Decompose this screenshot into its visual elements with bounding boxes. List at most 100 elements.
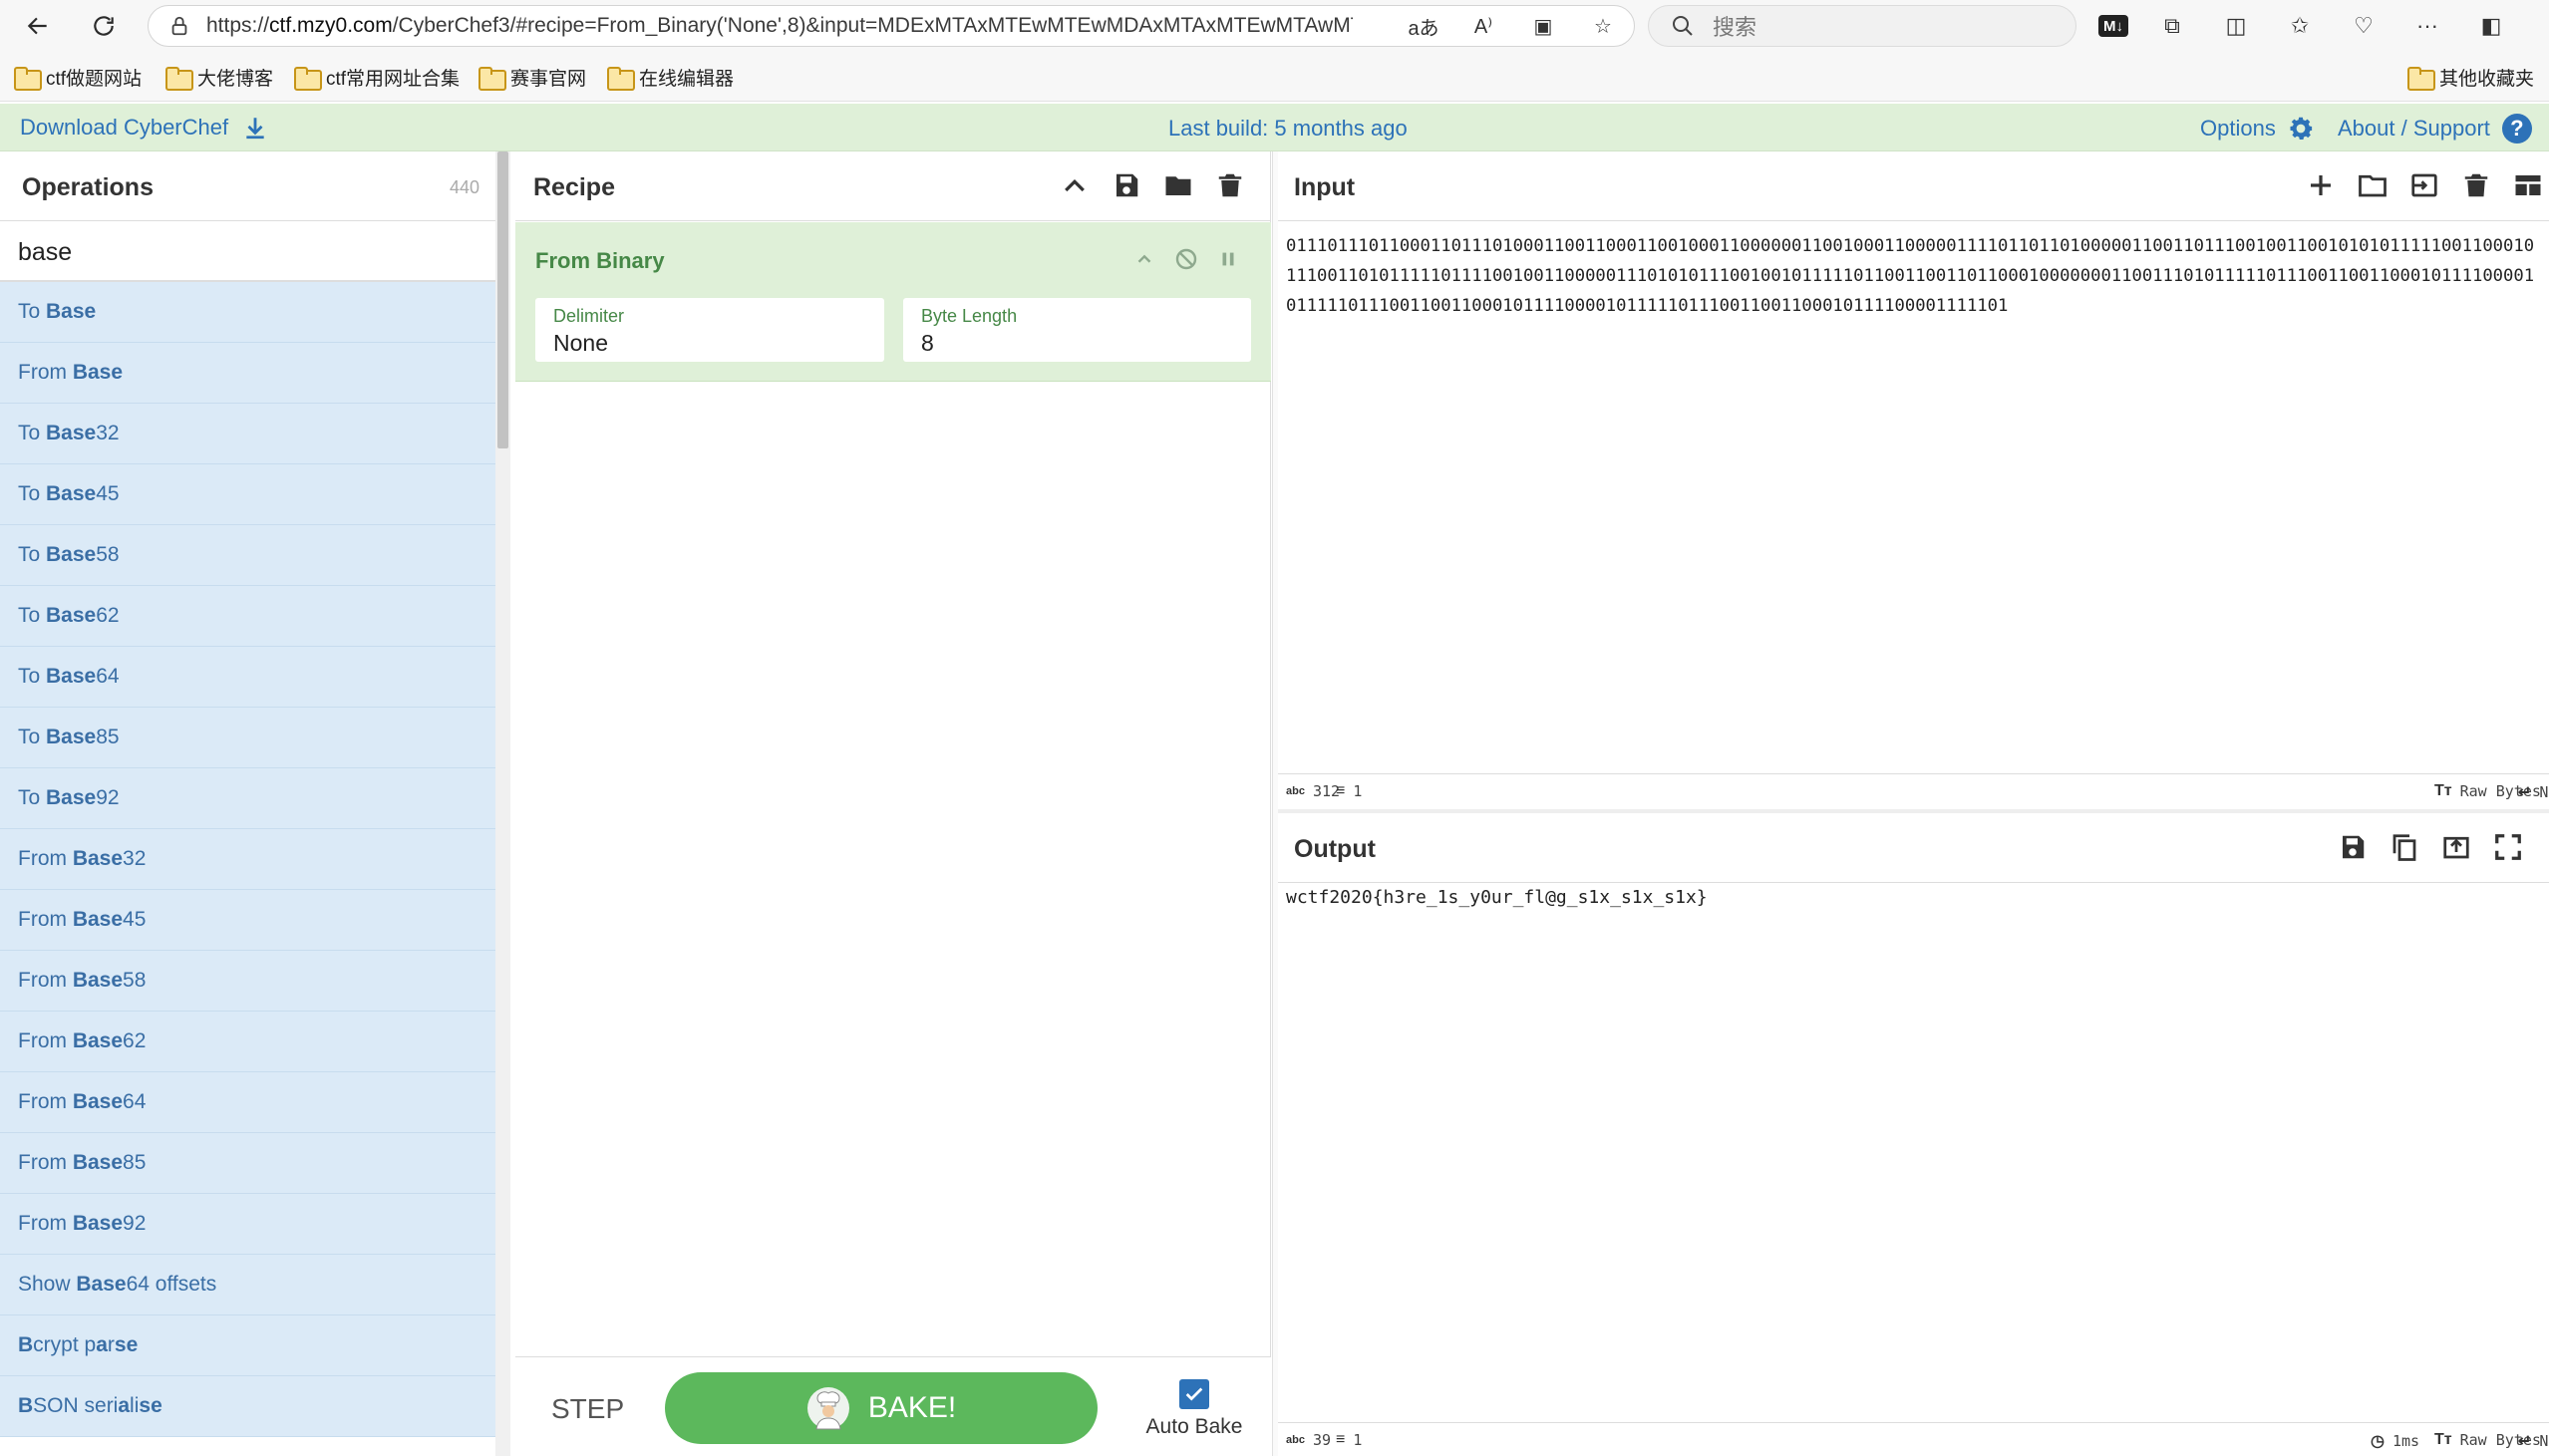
add-tab-icon[interactable]: [2305, 169, 2337, 201]
maximise-output-icon[interactable]: [2492, 831, 2524, 863]
operation-item[interactable]: From Base58: [0, 951, 495, 1012]
favorites-icon[interactable]: ✩: [2280, 6, 2320, 46]
chef-icon: [806, 1387, 849, 1430]
extensions-icon[interactable]: ⧉: [2152, 6, 2192, 46]
lines-icon: ≡: [1336, 782, 1346, 799]
byte-length-label: Byte Length: [921, 306, 1018, 326]
breakpoint-icon[interactable]: [1215, 246, 1241, 272]
clear-input-icon[interactable]: [2460, 169, 2492, 201]
bake-button[interactable]: BAKE!: [665, 1372, 1098, 1444]
input-textarea[interactable]: 0111011101100011011101000110011000110010…: [1286, 231, 2544, 321]
operation-item[interactable]: From Base45: [0, 890, 495, 951]
delimiter-label: Delimiter: [553, 306, 625, 326]
open-file-icon[interactable]: [2408, 169, 2440, 201]
bookmark-folder[interactable]: ctf常用网址合集: [294, 64, 460, 91]
markdown-icon[interactable]: M↓: [2098, 15, 2128, 37]
download-cyberchef-link[interactable]: Download CyberChef: [20, 115, 268, 141]
about-support-link[interactable]: About / Support ?: [2338, 114, 2532, 144]
open-folder-icon[interactable]: [2357, 169, 2389, 201]
bake-controls: STEP BAKE! Auto Bake: [515, 1356, 1271, 1456]
byte-length-value[interactable]: 8: [921, 330, 934, 357]
step-button[interactable]: STEP: [551, 1393, 624, 1425]
translate-icon[interactable]: aあ: [1407, 12, 1440, 41]
operation-item[interactable]: From Base92: [0, 1194, 495, 1255]
folder-icon: [2407, 67, 2435, 91]
text-size-icon: Tт: [2434, 782, 2452, 799]
byte-length-field[interactable]: Byte Length 8: [903, 298, 1251, 362]
operation-item[interactable]: To Base32: [0, 404, 495, 464]
sidebar-icon[interactable]: ◧: [2471, 6, 2511, 46]
operations-scrollbar[interactable]: [495, 151, 510, 1456]
output-eol[interactable]: ↵NEL: [2518, 1431, 2549, 1451]
operation-item[interactable]: From Base32: [0, 829, 495, 890]
refresh-button[interactable]: [82, 4, 126, 48]
operation-item[interactable]: BSON serialise: [0, 1376, 495, 1437]
return-icon: ↵: [2518, 784, 2532, 801]
operation-item[interactable]: To Base92: [0, 768, 495, 829]
load-recipe-icon[interactable]: [1162, 169, 1194, 201]
operation-item[interactable]: To Base62: [0, 586, 495, 647]
favorite-icon[interactable]: ☆: [1586, 14, 1620, 39]
save-output-icon[interactable]: [2337, 831, 2369, 863]
url-text[interactable]: https://ctf.mzy0.com/CyberChef3/#recipe=…: [206, 14, 1353, 38]
scrollbar-thumb[interactable]: [497, 151, 508, 448]
bookmarks-bar: ctf做题网站 大佬博客 ctf常用网址合集 赛事官网 在线编辑器 其他收藏夹: [0, 52, 2549, 102]
delimiter-field[interactable]: Delimiter None: [535, 298, 884, 362]
lock-icon[interactable]: [168, 15, 190, 37]
output-text[interactable]: wctf2020{h3re_1s_y0ur_fl@g_s1x_s1x_s1x}: [1286, 887, 1708, 908]
other-bookmarks-folder[interactable]: 其他收藏夹: [2407, 64, 2534, 91]
disable-operation-icon[interactable]: [1173, 246, 1199, 272]
operations-search-input[interactable]: base: [0, 222, 495, 282]
operation-item[interactable]: To Base45: [0, 464, 495, 525]
collapse-all-icon[interactable]: [1059, 169, 1091, 201]
return-icon: ↵: [2518, 1433, 2532, 1450]
clear-recipe-icon[interactable]: [1214, 169, 1246, 201]
input-status-bar: abc312 ≡1 TтRaw Bytes ↵NEL: [1278, 773, 2549, 807]
operations-list: To Base From Base To Base32 To Base45 To Bas…: [0, 282, 495, 1456]
delimiter-value[interactable]: None: [553, 330, 608, 357]
more-icon[interactable]: ···: [2407, 6, 2447, 46]
collapse-operation-icon[interactable]: [1131, 246, 1157, 272]
operation-item[interactable]: To Base85: [0, 708, 495, 768]
input-header: Input: [1278, 151, 2549, 221]
recipe-header: Recipe: [515, 151, 1271, 221]
back-icon: [27, 17, 47, 35]
operations-panel: Operations 440 base To Base From Base To B…: [0, 151, 510, 1456]
input-eol[interactable]: ↵NEL: [2518, 782, 2549, 802]
reset-layout-icon[interactable]: [2512, 169, 2544, 201]
back-button[interactable]: [16, 4, 60, 48]
read-aloud-icon[interactable]: A⁾: [1466, 14, 1500, 39]
checkmark-icon: [1185, 1387, 1203, 1401]
bake-label: BAKE!: [867, 1391, 957, 1424]
auto-bake-checkbox[interactable]: [1179, 1379, 1209, 1409]
operation-item[interactable]: From Base62: [0, 1012, 495, 1072]
operation-item[interactable]: From Base85: [0, 1133, 495, 1194]
operation-item[interactable]: Show Base64 offsets: [0, 1255, 495, 1315]
bookmark-folder[interactable]: 大佬博客: [165, 64, 273, 91]
browser-essentials-icon[interactable]: ♡: [2344, 6, 2384, 46]
auto-bake-toggle[interactable]: Auto Bake: [1139, 1379, 1249, 1439]
browser-search-box[interactable]: 搜索: [1648, 5, 2076, 47]
split-screen-icon[interactable]: ▣: [1526, 14, 1560, 39]
length-icon: abc: [1286, 1434, 1305, 1446]
copy-output-icon[interactable]: [2389, 831, 2420, 863]
bookmark-folder[interactable]: ctf做题网站: [14, 64, 142, 91]
operation-item[interactable]: From Base64: [0, 1072, 495, 1133]
folder-icon: [294, 67, 322, 91]
address-bar[interactable]: https://ctf.mzy0.com/CyberChef3/#recipe=…: [148, 5, 1635, 47]
options-link[interactable]: Options: [2200, 114, 2316, 144]
operation-item[interactable]: From Base: [0, 343, 495, 404]
operation-item[interactable]: Bcrypt parse: [0, 1315, 495, 1376]
replace-input-icon[interactable]: [2440, 831, 2472, 863]
recipe-operation-from-binary[interactable]: From Binary Delimiter None Byte Length 8: [515, 222, 1271, 382]
folder-icon: [478, 67, 506, 91]
bookmark-folder[interactable]: 赛事官网: [478, 64, 586, 91]
bookmark-folder[interactable]: 在线编辑器: [607, 64, 734, 91]
save-recipe-icon[interactable]: [1111, 169, 1142, 201]
split-view-icon[interactable]: ◫: [2216, 6, 2256, 46]
input-title: Input: [1294, 173, 1356, 201]
operation-item[interactable]: To Base64: [0, 647, 495, 708]
operation-item[interactable]: To Base: [0, 282, 495, 343]
recipe-title: Recipe: [533, 173, 615, 201]
operation-item[interactable]: To Base58: [0, 525, 495, 586]
